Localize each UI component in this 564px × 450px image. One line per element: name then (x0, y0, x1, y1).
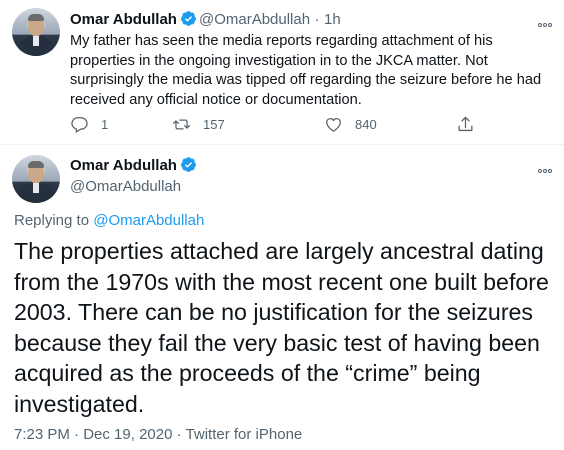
tweet-text: My father has seen the media reports reg… (70, 33, 542, 108)
tweet-time[interactable]: 7:23 PM (14, 426, 70, 443)
reply-icon (71, 116, 88, 133)
time-separator: · (314, 11, 320, 28)
meta-dot: · (74, 426, 80, 443)
replying-to: Replying to @OmarAbdullah (14, 212, 204, 229)
share-icon (458, 116, 473, 131)
more-icon[interactable] (538, 14, 558, 27)
author-block: Omar Abdullah @OmarAbdullah (70, 156, 199, 195)
verified-badge-icon (181, 11, 196, 26)
avatar[interactable] (12, 8, 60, 56)
meta-dot: · (176, 426, 182, 443)
retweet-count: 157 (203, 116, 225, 132)
tweet-time[interactable]: 1h (324, 11, 341, 28)
share-button[interactable] (456, 113, 475, 135)
avatar[interactable] (12, 155, 60, 203)
tweet-divider (0, 144, 564, 145)
tweet-date[interactable]: Dec 19, 2020 (83, 426, 172, 443)
like-count: 840 (355, 116, 377, 132)
author-handle[interactable]: @OmarAbdullah (70, 178, 199, 195)
reply-button[interactable]: 1 (70, 113, 108, 135)
more-icon[interactable] (538, 160, 558, 173)
tweet-header: Omar Abdullah @OmarAbdullah · 1h (70, 10, 341, 29)
retweet-button[interactable]: 157 (172, 113, 225, 135)
tweet-text: The properties attached are largely ance… (14, 238, 549, 417)
like-button[interactable]: 840 (324, 113, 377, 135)
tweet-parent[interactable]: Omar Abdullah @OmarAbdullah · 1h My fathe… (0, 0, 564, 146)
author-handle[interactable]: @OmarAbdullah (199, 11, 310, 28)
author-name[interactable]: Omar Abdullah (70, 157, 177, 174)
tweet-meta: 7:23 PM · Dec 19, 2020 · Twitter for iPh… (14, 426, 302, 443)
replying-to-label: Replying to (14, 212, 90, 229)
reply-count: 1 (101, 116, 109, 132)
verified-badge-icon (181, 157, 196, 172)
author-name[interactable]: Omar Abdullah (70, 11, 177, 28)
retweet-icon (172, 119, 191, 129)
tweet-actions: 1 157 840 (70, 113, 480, 135)
replying-to-handle[interactable]: @OmarAbdullah (93, 212, 204, 229)
like-icon (326, 117, 341, 132)
tweet-source[interactable]: Twitter for iPhone (186, 426, 303, 443)
